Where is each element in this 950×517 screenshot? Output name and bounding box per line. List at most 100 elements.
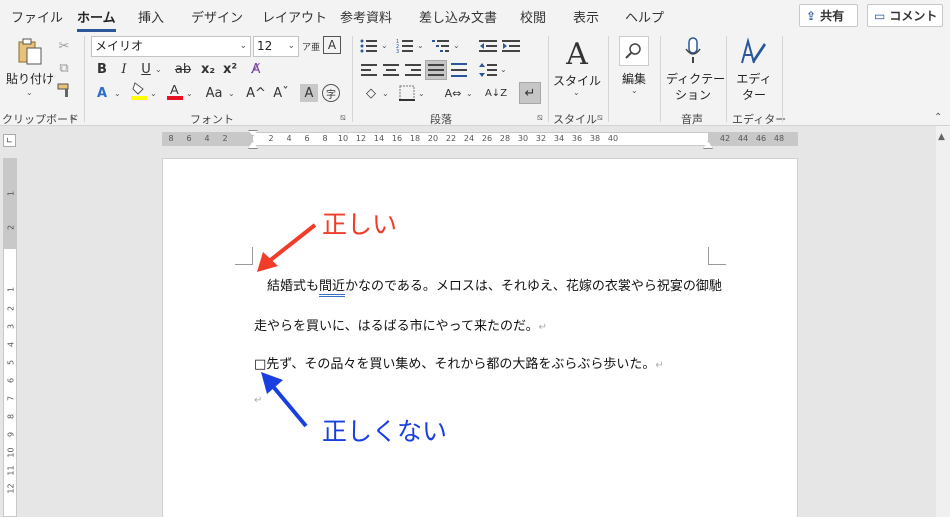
editor-icon[interactable] — [737, 36, 769, 68]
distributed-icon[interactable] — [450, 62, 468, 78]
paste-label[interactable]: 貼り付け — [6, 70, 54, 87]
chevron-down-icon[interactable]: ⌄ — [453, 41, 460, 50]
subscript-button[interactable]: x₂ — [199, 60, 217, 78]
bullets-icon[interactable] — [360, 38, 378, 54]
char-shading-button[interactable]: A — [300, 84, 318, 102]
chevron-down-icon[interactable]: ⌄ — [114, 89, 121, 98]
share-button[interactable]: ⇪ 共有 — [799, 4, 858, 27]
underline-button[interactable]: U — [138, 60, 154, 78]
copy-icon[interactable]: ⧉ — [56, 60, 72, 76]
font-color-icon[interactable]: A — [166, 82, 184, 100]
crop-mark — [708, 247, 726, 265]
chevron-down-icon[interactable]: ⌄ — [155, 65, 162, 74]
multilevel-list-icon[interactable] — [432, 38, 450, 54]
tab-references[interactable]: 参考資料 — [340, 7, 392, 26]
styles-launcher-icon[interactable]: ⧅ — [597, 113, 603, 123]
align-center-icon[interactable] — [382, 62, 400, 78]
superscript-button[interactable]: x² — [221, 60, 239, 78]
chevron-down-icon[interactable]: ⌄ — [500, 65, 507, 74]
ruler-tick: 9 — [6, 431, 16, 438]
char-border-icon[interactable]: A — [323, 36, 341, 54]
dictate-label-1[interactable]: ディクテー — [666, 70, 725, 87]
asian-layout-icon[interactable]: A⇔ — [442, 84, 464, 102]
change-case-button[interactable]: Aa — [202, 84, 226, 102]
align-right-icon[interactable] — [404, 62, 422, 78]
editor-label-2[interactable]: ター — [734, 86, 774, 103]
paste-icon[interactable] — [12, 36, 48, 68]
tab-insert[interactable]: 挿入 — [138, 7, 164, 26]
sort-icon[interactable]: A↓Z — [485, 84, 507, 102]
highlight-icon[interactable] — [130, 82, 148, 100]
clear-format-icon[interactable]: A̸ — [247, 60, 265, 78]
doc-line-3[interactable]: □先ず、その品々を買い集め、それから都の大路をぶらぶら歩いた。↵ — [254, 353, 664, 372]
increase-indent-icon[interactable] — [502, 38, 520, 54]
editing-label[interactable]: 編集 — [614, 70, 654, 87]
font-launcher-icon[interactable]: ⧅ — [340, 113, 346, 123]
grow-font-button[interactable]: A^ — [246, 84, 266, 102]
styles-icon[interactable]: A — [559, 36, 595, 72]
clipboard-launcher-icon[interactable]: ⧅ — [70, 113, 76, 123]
chevron-down-icon[interactable]: ⌄ — [382, 89, 389, 98]
show-marks-icon[interactable]: ↵ — [519, 82, 541, 104]
strikethrough-button[interactable]: ab — [173, 60, 193, 78]
tab-layout[interactable]: レイアウト — [262, 7, 327, 26]
doc-line-1[interactable]: 結婚式も間近かなのである。メロスは、それゆえ、花嫁の衣裳やら祝宴の御馳 — [267, 275, 722, 297]
chevron-down-icon[interactable]: ⌄ — [228, 89, 235, 98]
ruler-tick: 12 — [6, 483, 16, 494]
align-left-icon[interactable] — [360, 62, 378, 78]
document-page[interactable]: 結婚式も間近かなのである。メロスは、それゆえ、花嫁の衣裳やら祝宴の御馳 走やらを… — [162, 158, 798, 517]
scroll-up-icon[interactable]: ▲ — [938, 132, 945, 142]
enclose-char-button[interactable]: 字 — [322, 84, 340, 102]
shrink-font-button[interactable]: Aˇ — [272, 84, 290, 102]
vertical-scrollbar[interactable]: ▲ — [936, 126, 950, 517]
decrease-indent-icon[interactable] — [479, 38, 497, 54]
tab-mailings[interactable]: 差し込み文書 — [419, 7, 497, 26]
borders-icon[interactable] — [398, 84, 416, 102]
doc-empty-paragraph[interactable]: ↵ — [254, 392, 262, 407]
doc-line-2[interactable]: 走やらを買いに、はるばる市にやって来たのだ。↵ — [254, 315, 547, 334]
ruler-tick: 10 — [337, 134, 349, 143]
horizontal-ruler[interactable]: 8 6 4 2 2 4 6 8 10 12 14 16 18 20 22 24 … — [162, 130, 798, 149]
ruler-tick: 42 — [719, 134, 731, 143]
line-spacing-icon[interactable] — [479, 62, 497, 78]
styles-label[interactable]: スタイル — [552, 72, 602, 89]
chevron-down-icon[interactable]: ⌄ — [631, 86, 638, 95]
tab-design[interactable]: デザイン — [191, 7, 243, 26]
chevron-down-icon[interactable]: ⌄ — [417, 41, 424, 50]
numbering-icon[interactable]: 123 — [396, 38, 414, 54]
chevron-down-icon[interactable]: ⌄ — [150, 89, 157, 98]
dictate-label-2[interactable]: ション — [666, 86, 720, 103]
vertical-ruler[interactable]: 1 2 1 2 3 4 5 6 7 8 9 10 11 12 — [3, 158, 17, 517]
format-painter-icon[interactable] — [56, 82, 72, 98]
paste-dropdown-icon[interactable]: ⌄ — [26, 88, 33, 97]
tab-file[interactable]: ファイル — [11, 7, 63, 26]
chevron-down-icon[interactable]: ⌄ — [381, 41, 388, 50]
tab-view[interactable]: 表示 — [573, 7, 599, 26]
chevron-down-icon[interactable]: ⌄ — [186, 89, 193, 98]
grammar-squiggle[interactable]: 間近 — [319, 279, 346, 297]
editor-label-1[interactable]: エディ — [734, 70, 774, 87]
comment-button[interactable]: ▭ コメント — [867, 4, 943, 27]
phonetic-guide-icon[interactable]: ア亜 — [302, 36, 320, 57]
shading-icon[interactable]: ◇ — [362, 84, 380, 102]
text-effect-icon[interactable]: A — [94, 84, 110, 102]
font-name-combo[interactable]: メイリオ ⌄ — [91, 36, 251, 57]
microphone-icon[interactable] — [681, 36, 705, 66]
search-icon[interactable] — [619, 36, 649, 66]
chevron-down-icon[interactable]: ⌄ — [466, 89, 473, 98]
tab-home[interactable]: ホーム — [77, 7, 116, 32]
paragraph-launcher-icon[interactable]: ⧅ — [537, 113, 543, 123]
tab-help[interactable]: ヘルプ — [625, 7, 664, 26]
bold-button[interactable]: B — [94, 60, 110, 78]
justify-icon[interactable] — [425, 60, 447, 80]
cut-icon[interactable]: ✂ — [56, 38, 72, 54]
chevron-down-icon[interactable]: ⌄ — [418, 89, 425, 98]
ruler-tick: 8 — [6, 413, 16, 420]
tab-review[interactable]: 校閲 — [520, 7, 546, 26]
tab-selector-icon[interactable]: ∟ — [3, 134, 16, 147]
divider — [660, 36, 661, 122]
font-size-combo[interactable]: 12 ⌄ — [253, 36, 299, 57]
italic-button[interactable]: I — [116, 60, 132, 78]
chevron-down-icon[interactable]: ⌄ — [573, 88, 580, 97]
collapse-ribbon-icon[interactable]: ⌃ — [934, 112, 942, 123]
